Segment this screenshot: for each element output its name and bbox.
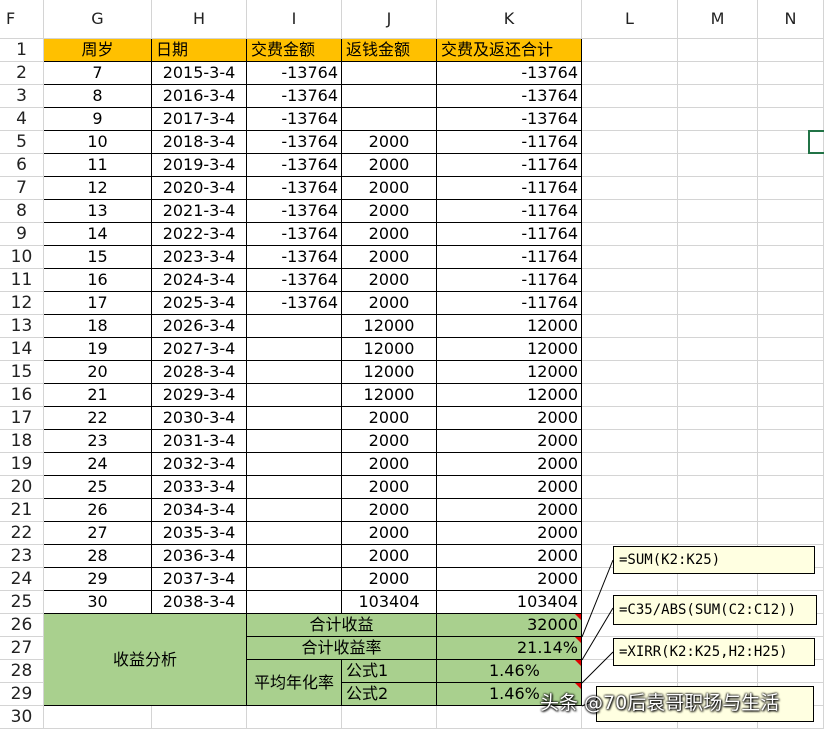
watermark: 头条 @70后袁哥职场与生活 [540,692,780,714]
comment-note[interactable]: =SUM(K2:K25) [613,546,815,574]
comment-connector-line [581,559,614,638]
comment-note[interactable]: =XIRR(K2:K25,H2:H25) [613,638,815,666]
comment-connector-line [581,651,614,684]
comment-note[interactable]: =C35/ABS(SUM(C2:C12)) [613,595,817,625]
comment-connector-line [581,607,614,661]
spreadsheet[interactable]: F G H I J K L M N 1 2 3 4 5 6 7 8 9 10 11 12 13 14 15 16 17 18 19 20… [0,0,824,729]
